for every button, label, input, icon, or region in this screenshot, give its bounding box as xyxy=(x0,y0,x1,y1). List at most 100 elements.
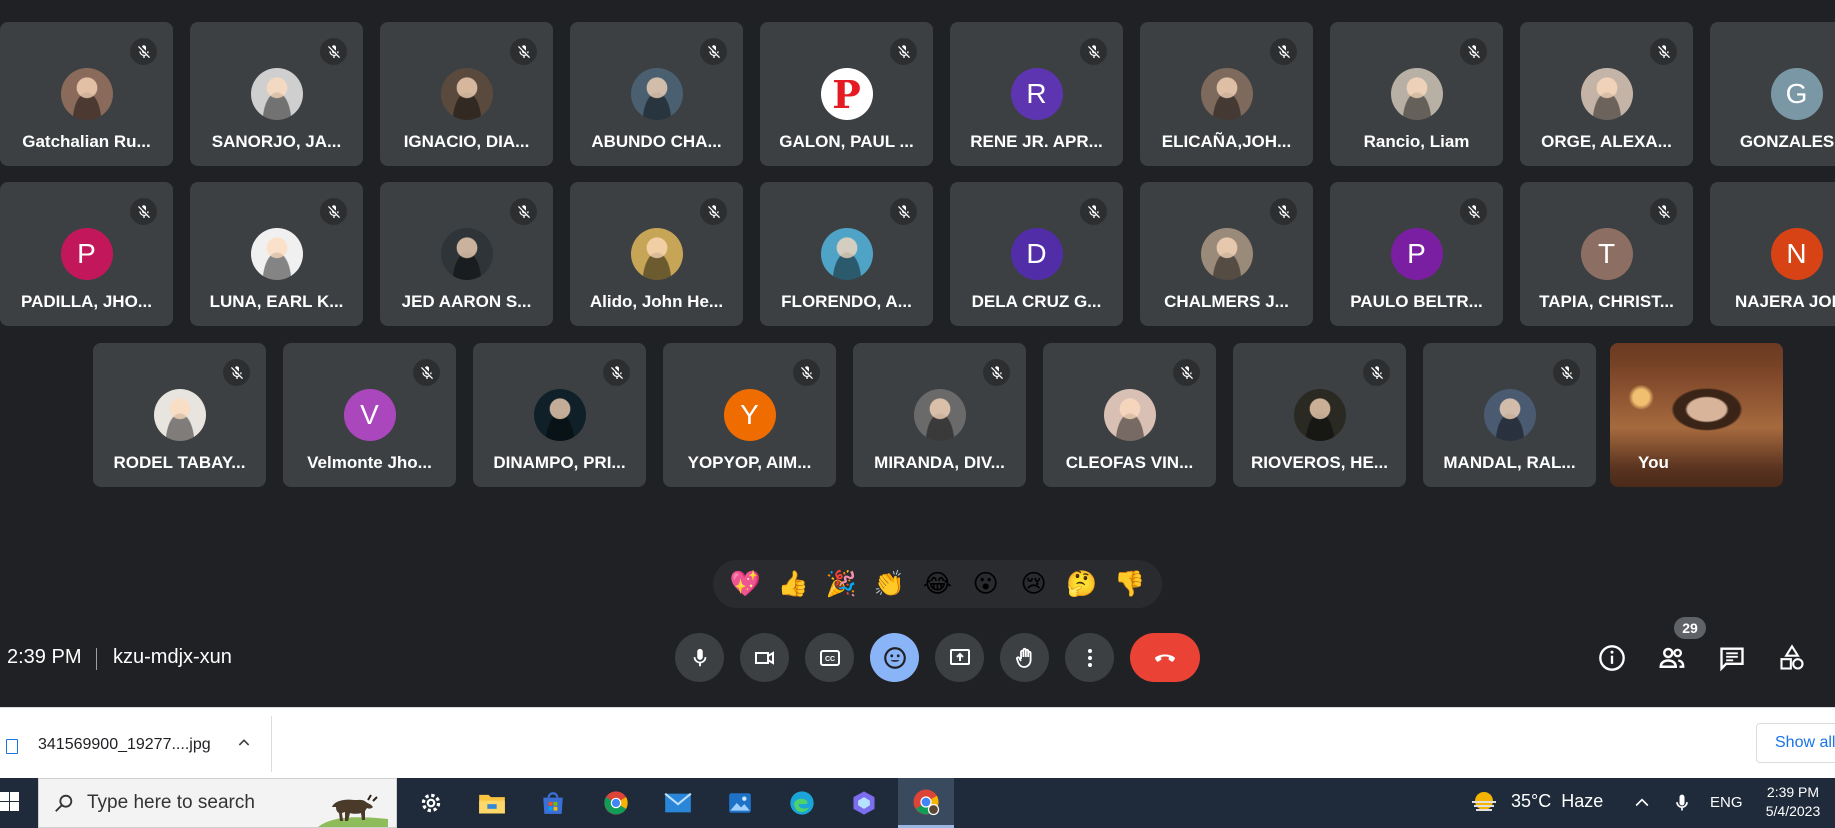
participant-tile[interactable]: RODEL TABAY... xyxy=(93,343,266,487)
reaction-emoji[interactable]: 💖 xyxy=(725,560,765,608)
reaction-emoji[interactable]: 👎 xyxy=(1110,560,1150,608)
microphone-icon xyxy=(693,648,706,666)
participant-count-badge: 29 xyxy=(1674,617,1706,639)
participant-tile[interactable]: RIOVEROS, HE... xyxy=(1233,343,1406,487)
participant-tile[interactable]: MANDAL, RAL... xyxy=(1423,343,1596,487)
windows-start-icon[interactable] xyxy=(0,791,20,813)
mic-off-icon xyxy=(1560,365,1573,379)
participant-tile[interactable]: P PADILLA, JHO... xyxy=(0,182,173,326)
muted-indicator xyxy=(890,198,917,225)
taskbar-date: 5/4/2023 xyxy=(1765,803,1821,819)
taskbar-clock[interactable]: 2:39 PM 5/4/2023 xyxy=(1760,783,1826,821)
edge-icon xyxy=(788,789,816,817)
participant-tile[interactable]: CLEOFAS VIN... xyxy=(1043,343,1216,487)
reaction-emoji[interactable]: 😂 xyxy=(917,560,957,608)
more-options-button[interactable] xyxy=(1065,633,1114,682)
avatar-letter: D xyxy=(1026,238,1047,269)
mic-off-icon xyxy=(420,365,433,379)
avatar xyxy=(1390,68,1443,120)
participant-name: TAPIA, CHRIST... xyxy=(1539,292,1674,311)
reaction-emoji[interactable]: 😮 xyxy=(966,560,1006,608)
avatar: Y xyxy=(723,389,776,441)
participant-name: CHALMERS J... xyxy=(1164,292,1289,311)
settings-taskbar-button[interactable] xyxy=(403,778,459,828)
participant-tile[interactable]: G GONZALES, J xyxy=(1710,22,1835,166)
participant-tile[interactable]: Y YOPYOP, AIM... xyxy=(663,343,836,487)
participant-tile[interactable]: MIRANDA, DIV... xyxy=(853,343,1026,487)
reaction-emoji[interactable]: 👏 xyxy=(869,560,909,608)
participant-name: ABUNDO CHA... xyxy=(591,132,722,151)
microsoft-store-taskbar-button[interactable] xyxy=(525,778,581,828)
chevron-up-icon[interactable] xyxy=(236,735,252,751)
participant-tile[interactable]: DINAMPO, PRI... xyxy=(473,343,646,487)
avatar-letter: V xyxy=(360,399,379,430)
wildebeest-illustration-icon xyxy=(318,794,388,827)
microphone-tray-icon[interactable] xyxy=(1672,791,1692,815)
edge-taskbar-button[interactable] xyxy=(774,778,830,828)
participant-tile[interactable]: P PAULO BELTR... xyxy=(1330,182,1503,326)
participant-name: GALON, PAUL ... xyxy=(779,132,914,151)
avatar: V xyxy=(343,389,396,441)
activities-button[interactable] xyxy=(1776,642,1808,674)
participant-tile[interactable]: N NAJERA JOH... xyxy=(1710,182,1835,326)
mail-taskbar-button[interactable] xyxy=(650,778,706,828)
chrome-taskbar-button[interactable] xyxy=(588,778,644,828)
participant-tile[interactable]: ABUNDO CHA... xyxy=(570,22,743,166)
hand-icon xyxy=(1015,647,1031,668)
captions-button[interactable]: CC xyxy=(805,633,854,682)
avatar xyxy=(630,228,683,280)
file-explorer-taskbar-button[interactable] xyxy=(464,778,520,828)
photos-taskbar-button[interactable] xyxy=(712,778,768,828)
leave-call-button[interactable] xyxy=(1130,633,1200,682)
participant-name: JED AARON S... xyxy=(401,292,532,311)
avatar xyxy=(1103,389,1156,441)
participant-tile[interactable]: ELICAÑA,JOH... xyxy=(1140,22,1313,166)
people-button[interactable] xyxy=(1656,642,1688,674)
reactions-button[interactable] xyxy=(870,633,919,682)
microphone-button[interactable] xyxy=(675,633,724,682)
participant-tile[interactable]: P GALON, PAUL ... xyxy=(760,22,933,166)
reaction-emoji[interactable]: 🤔 xyxy=(1062,560,1102,608)
muted-indicator xyxy=(983,359,1010,386)
participant-tile[interactable]: V Velmonte Jho... xyxy=(283,343,456,487)
download-item[interactable]: 341569900_19277....jpg xyxy=(0,716,272,772)
participant-tile[interactable]: CHALMERS J... xyxy=(1140,182,1313,326)
reaction-emoji[interactable]: 👍 xyxy=(773,560,813,608)
chevron-up-icon[interactable] xyxy=(1632,793,1652,813)
participant-tile[interactable]: R RENE JR. APR... xyxy=(950,22,1123,166)
participant-tile[interactable]: IGNACIO, DIA... xyxy=(380,22,553,166)
avatar xyxy=(250,228,303,280)
participant-tile[interactable]: D DELA CRUZ G... xyxy=(950,182,1123,326)
taskbar-search-box[interactable]: Type here to search xyxy=(38,778,397,828)
participant-tile[interactable]: Rancio, Liam xyxy=(1330,22,1503,166)
participant-tile[interactable]: FLORENDO, A... xyxy=(760,182,933,326)
mic-off-icon xyxy=(137,44,150,58)
participant-tile[interactable]: LUNA, EARL K... xyxy=(190,182,363,326)
muted-indicator xyxy=(1460,38,1487,65)
meeting-details-button[interactable] xyxy=(1596,642,1628,674)
participant-tile[interactable]: SANORJO, JA... xyxy=(190,22,363,166)
participant-name: IGNACIO, DIA... xyxy=(403,132,530,151)
avatar: P xyxy=(60,228,113,280)
participant-tile[interactable]: JED AARON S... xyxy=(380,182,553,326)
participant-tile[interactable]: Gatchalian Ru... xyxy=(0,22,173,166)
show-all-button[interactable]: Show all xyxy=(1756,723,1835,763)
participant-tile[interactable]: Alido, John He... xyxy=(570,182,743,326)
camera-button[interactable] xyxy=(740,633,789,682)
chat-button[interactable] xyxy=(1716,642,1748,674)
copilot-taskbar-button[interactable] xyxy=(836,778,892,828)
mic-off-icon xyxy=(1657,44,1670,58)
participant-tile[interactable]: ORGE, ALEXA... xyxy=(1520,22,1693,166)
reaction-emoji[interactable]: 🎉 xyxy=(821,560,861,608)
language-indicator[interactable]: ENG xyxy=(1710,794,1743,811)
self-video-tile[interactable]: You xyxy=(1610,343,1783,487)
chrome-profile-taskbar-button[interactable] xyxy=(898,778,954,828)
participant-tile[interactable]: T TAPIA, CHRIST... xyxy=(1520,182,1693,326)
avatar xyxy=(820,228,873,280)
present-button[interactable] xyxy=(935,633,984,682)
reaction-emoji[interactable]: 😢 xyxy=(1014,560,1054,608)
participant-name: YOPYOP, AIM... xyxy=(687,453,812,472)
participant-name: Rancio, Liam xyxy=(1363,132,1470,151)
weather-text[interactable]: 35°C Haze xyxy=(1471,791,1603,812)
raise-hand-button[interactable] xyxy=(1000,633,1049,682)
